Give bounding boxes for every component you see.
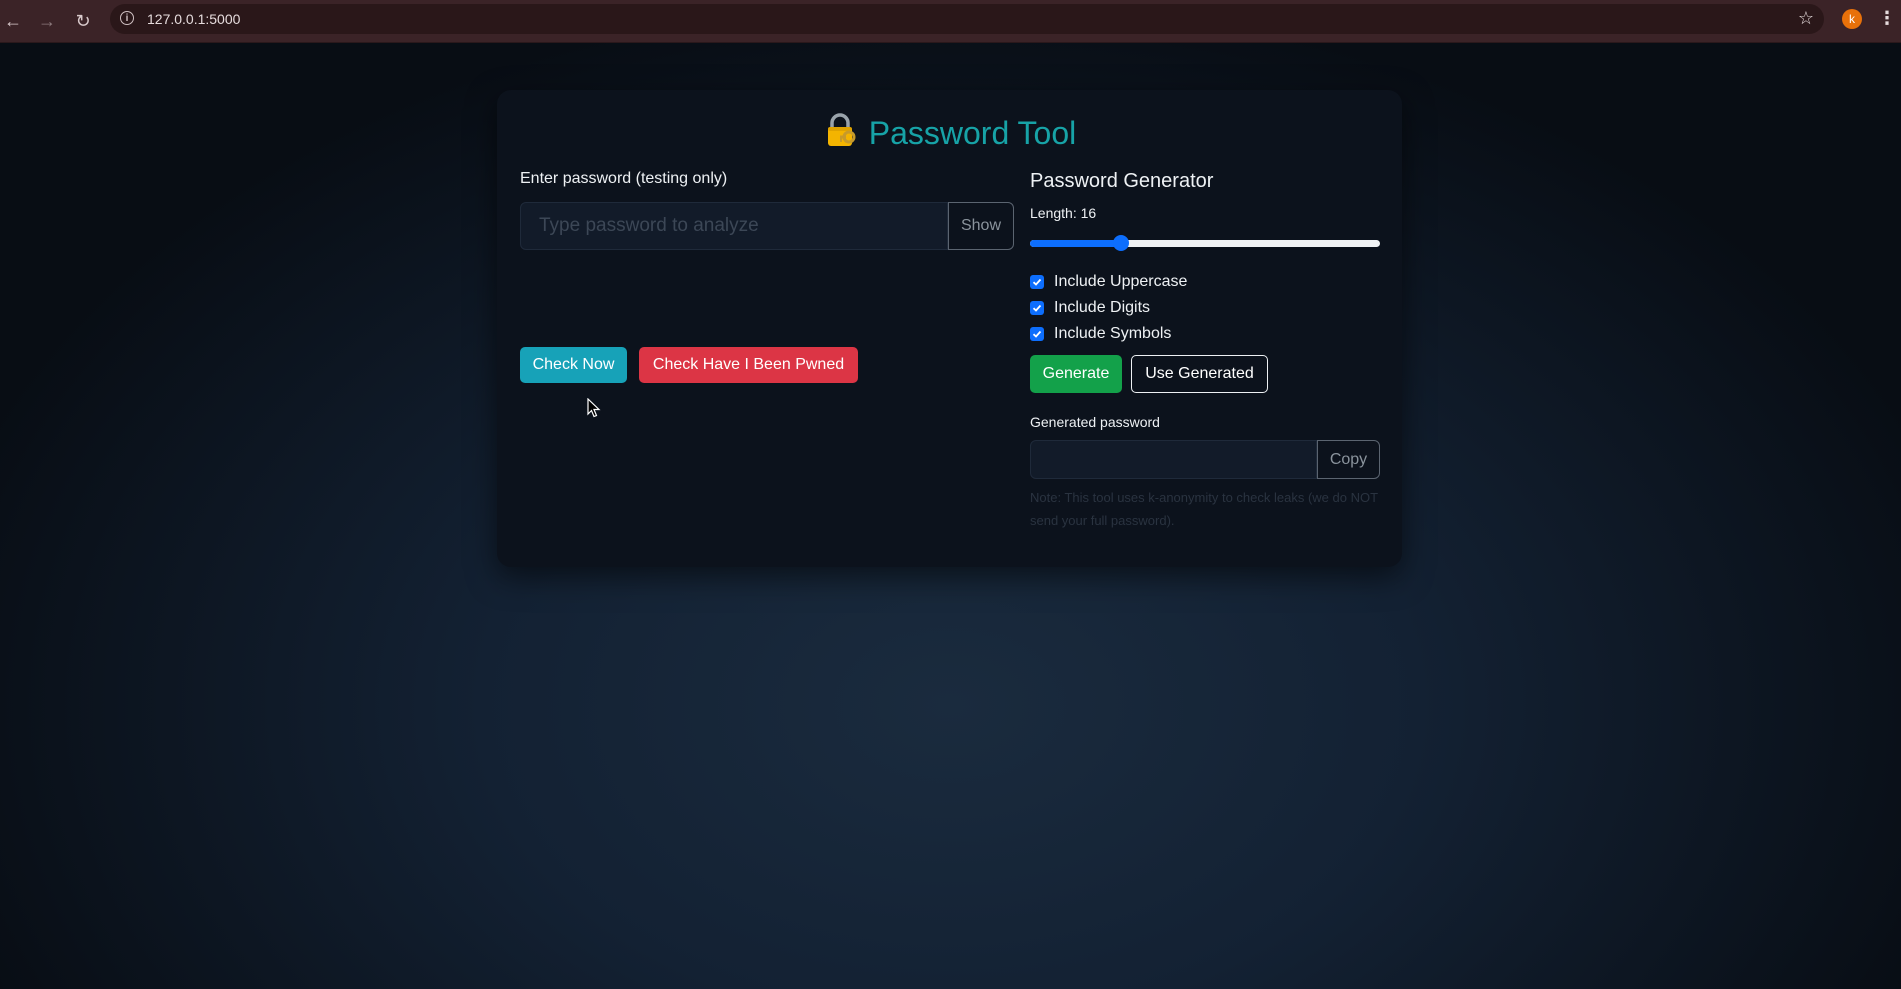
check-now-button[interactable]: Check Now bbox=[520, 347, 627, 383]
page-background: Password Tool Enter password (testing on… bbox=[0, 43, 1901, 989]
check-pwned-button[interactable]: Check Have I Been Pwned bbox=[639, 347, 858, 383]
page-title: Password Tool bbox=[497, 112, 1402, 152]
password-input[interactable] bbox=[520, 202, 948, 250]
length-slider[interactable] bbox=[1030, 235, 1380, 251]
password-input-group: Show bbox=[520, 202, 1014, 250]
k-anonymity-note: Note: This tool uses k-anonymity to chec… bbox=[1030, 490, 1378, 528]
show-password-button[interactable]: Show bbox=[948, 202, 1014, 250]
reload-icon[interactable]: ↻ bbox=[70, 8, 96, 34]
length-slider-thumb[interactable] bbox=[1113, 235, 1129, 251]
length-label: Length: 16 bbox=[1030, 205, 1097, 221]
checkbox-uppercase[interactable] bbox=[1030, 275, 1044, 289]
password-generator: Password Generator Length: 16 Include Up… bbox=[1030, 170, 1380, 528]
option-symbols[interactable]: Include Symbols bbox=[1030, 324, 1171, 344]
option-uppercase[interactable]: Include Uppercase bbox=[1030, 272, 1187, 292]
locked-with-key-icon bbox=[823, 112, 859, 152]
generated-password-label: Generated password bbox=[1030, 414, 1160, 430]
checkmark-icon bbox=[1032, 304, 1042, 312]
option-label: Include Digits bbox=[1054, 299, 1151, 316]
use-generated-button[interactable]: Use Generated bbox=[1131, 355, 1268, 393]
option-label: Include Uppercase bbox=[1054, 273, 1188, 290]
checkmark-icon bbox=[1032, 278, 1042, 286]
option-digits[interactable]: Include Digits bbox=[1030, 298, 1150, 318]
generated-password-field[interactable] bbox=[1030, 440, 1317, 479]
option-label: Include Symbols bbox=[1054, 325, 1172, 342]
browser-toolbar: ← → ↻ i 127.0.0.1:5000 ☆ k ⋮ bbox=[0, 0, 1901, 43]
generated-password-group: Copy bbox=[1030, 440, 1380, 479]
length-slider-fill bbox=[1030, 240, 1121, 247]
generator-title: Password Generator bbox=[1030, 170, 1214, 192]
password-checker: Enter password (testing only) Show Check… bbox=[520, 170, 1014, 383]
checkbox-symbols[interactable] bbox=[1030, 327, 1044, 341]
address-bar[interactable]: i 127.0.0.1:5000 ☆ bbox=[110, 4, 1824, 34]
site-info-icon[interactable]: i bbox=[120, 11, 134, 25]
mouse-cursor-icon bbox=[587, 398, 601, 418]
bookmark-star-icon[interactable]: ☆ bbox=[1798, 8, 1814, 29]
checkbox-digits[interactable] bbox=[1030, 301, 1044, 315]
url-text[interactable]: 127.0.0.1:5000 bbox=[147, 11, 240, 27]
app-title-text: Password Tool bbox=[868, 115, 1077, 151]
copy-button[interactable]: Copy bbox=[1317, 440, 1380, 479]
forward-icon[interactable]: → bbox=[34, 8, 60, 34]
browser-menu-icon[interactable]: ⋮ bbox=[1878, 8, 1896, 29]
password-input-label: Enter password (testing only) bbox=[520, 170, 728, 187]
profile-avatar[interactable]: k bbox=[1842, 9, 1862, 29]
back-icon[interactable]: ← bbox=[0, 8, 26, 34]
checkmark-icon bbox=[1032, 330, 1042, 338]
password-tool-card: Password Tool Enter password (testing on… bbox=[497, 90, 1402, 567]
generate-button[interactable]: Generate bbox=[1030, 355, 1122, 393]
